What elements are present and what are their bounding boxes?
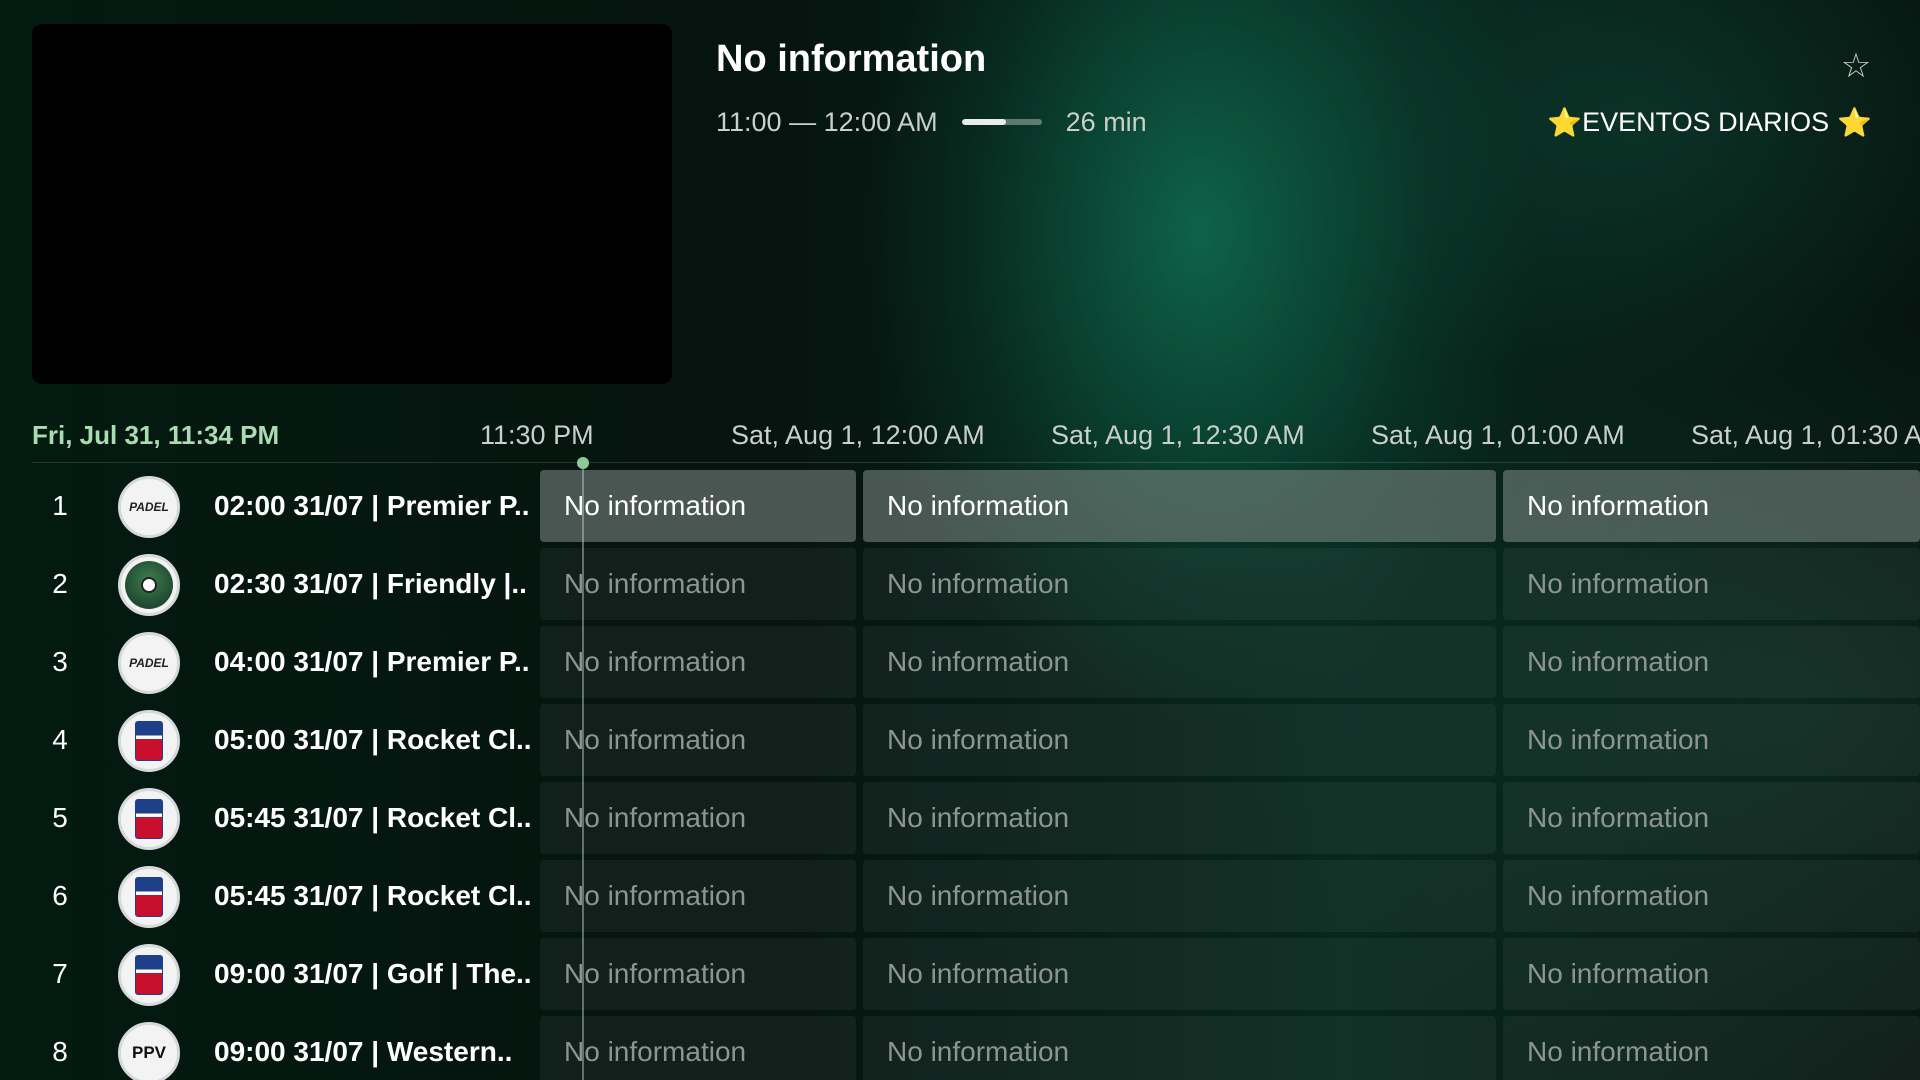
program-cell[interactable]: No information: [1503, 938, 1920, 1010]
program-cell[interactable]: No information: [863, 470, 1496, 542]
channel-number: 1: [52, 490, 68, 521]
pga-tour-logo-icon: [135, 877, 163, 917]
timeline-slot: 11:30 PM: [480, 420, 594, 450]
program-cell[interactable]: No information: [1503, 782, 1920, 854]
star-left-icon: ⭐: [1547, 106, 1583, 138]
program-cell[interactable]: No information: [540, 782, 856, 854]
channel-name[interactable]: 05:45 31/07 | Rocket Cl..: [214, 860, 534, 932]
soccer-ball-icon: [141, 577, 157, 593]
channel-row[interactable]: 4 05:00 31/07 | Rocket Cl.. No information…: [0, 704, 1920, 782]
program-cell[interactable]: No information: [863, 548, 1496, 620]
channel-row[interactable]: 8 PPV 09:00 31/07 | Western.. No informatio…: [0, 1016, 1920, 1080]
channel-name[interactable]: 09:00 31/07 | Golf | The..: [214, 938, 534, 1010]
channel-name[interactable]: 09:00 31/07 | Western..: [214, 1016, 534, 1080]
channel-name[interactable]: 05:00 31/07 | Rocket Cl..: [214, 704, 534, 776]
channel-number: 2: [52, 568, 68, 599]
channel-logo-friendly: [118, 554, 180, 616]
program-cell[interactable]: No information: [540, 548, 856, 620]
program-progress-fill: [961, 119, 1006, 125]
timeline-slot: Sat, Aug 1, 12:00 AM: [731, 420, 985, 450]
program-remaining: 26 min: [1065, 106, 1147, 137]
timeline-slot: Sat, Aug 1, 01:00 AM: [1371, 420, 1625, 450]
padel-logo-text: PADEL: [129, 500, 169, 514]
timeline-slot: Sat, Aug 1, 01:30 AM: [1691, 420, 1920, 450]
program-time-range: 11:00 — 12:00 AM: [716, 106, 938, 137]
video-preview[interactable]: [32, 24, 672, 384]
channel-logo-pga: [118, 788, 180, 850]
program-cell[interactable]: No information: [1503, 626, 1920, 698]
favorite-star-icon[interactable]: ☆: [1836, 46, 1876, 86]
channel-name[interactable]: 02:00 31/07 | Premier P..: [214, 470, 534, 542]
padel-logo-text: PADEL: [129, 656, 169, 670]
now-indicator-dot: [577, 457, 589, 469]
channel-name[interactable]: 05:45 31/07 | Rocket Cl..: [214, 782, 534, 854]
pga-tour-logo-icon: [135, 799, 163, 839]
channel-logo-pga: [118, 866, 180, 928]
program-cell[interactable]: No information: [1503, 704, 1920, 776]
program-progress-bar: [961, 119, 1042, 125]
soccer-ball-logo-icon: [125, 561, 173, 609]
channel-number: 8: [52, 1036, 68, 1067]
program-cell[interactable]: No information: [540, 626, 856, 698]
timeline-slot: Sat, Aug 1, 12:30 AM: [1051, 420, 1305, 450]
program-cell[interactable]: No information: [863, 860, 1496, 932]
program-cell[interactable]: No information: [863, 626, 1496, 698]
channel-logo-ppv: PPV: [118, 1022, 180, 1080]
ppv-logo-text: PPV: [131, 1043, 167, 1062]
program-cell[interactable]: No information: [540, 860, 856, 932]
epg-grid: 1 PADEL 02:00 31/07 | Premier P.. No inform…: [0, 470, 1920, 1080]
now-indicator-line: [582, 462, 584, 1080]
channel-number: 3: [52, 646, 68, 677]
channel-number: 4: [52, 724, 68, 755]
program-cell[interactable]: No information: [863, 938, 1496, 1010]
program-cell[interactable]: No information: [863, 1016, 1496, 1080]
channel-row[interactable]: 7 09:00 31/07 | Golf | The.. No informatio…: [0, 938, 1920, 1016]
channel-logo-pga: [118, 944, 180, 1006]
channel-row[interactable]: 2 02:30 31/07 | Friendly |.. No informatio…: [0, 548, 1920, 626]
channel-number: 7: [52, 958, 68, 989]
channel-name[interactable]: 04:00 31/07 | Premier P..: [214, 626, 534, 698]
timeline-divider: [32, 462, 1920, 463]
program-cell[interactable]: No information: [863, 782, 1496, 854]
channel-group-label[interactable]: ⭐ EVENTOS DIARIOS ⭐: [1547, 104, 1872, 140]
channel-logo-padel: PADEL: [118, 632, 180, 694]
channel-logo-pga: [118, 710, 180, 772]
program-cell[interactable]: No information: [1503, 860, 1920, 932]
program-meta: 11:00 — 12:00 AM 26 min: [716, 104, 1147, 140]
star-right-icon: ⭐: [1837, 106, 1872, 138]
program-cell[interactable]: No information: [540, 704, 856, 776]
channel-number: 6: [52, 880, 68, 911]
program-cell[interactable]: No information: [540, 470, 856, 542]
channel-row[interactable]: 1 PADEL 02:00 31/07 | Premier P.. No inform…: [0, 470, 1920, 548]
channel-row[interactable]: 5 05:45 31/07 | Rocket Cl.. No information…: [0, 782, 1920, 860]
pga-tour-logo-icon: [135, 721, 163, 761]
channel-logo-padel: PADEL: [118, 476, 180, 538]
channel-number: 5: [52, 802, 68, 833]
program-title: No information: [716, 38, 987, 80]
channel-name[interactable]: 02:30 31/07 | Friendly |..: [214, 548, 534, 620]
program-cell[interactable]: No information: [1503, 1016, 1920, 1080]
pga-tour-logo-icon: [135, 955, 163, 995]
program-cell[interactable]: No information: [1503, 470, 1920, 542]
channel-group-name: EVENTOS DIARIOS: [1582, 106, 1830, 137]
channel-row[interactable]: 3 PADEL 04:00 31/07 | Premier P.. No inform…: [0, 626, 1920, 704]
program-cell[interactable]: No information: [863, 704, 1496, 776]
program-cell[interactable]: No information: [540, 1016, 856, 1080]
timeline-header: 11:30 PM Sat, Aug 1, 12:00 AM Sat, Aug 1…: [0, 420, 1920, 456]
channel-row[interactable]: 6 05:45 31/07 | Rocket Cl.. No information…: [0, 860, 1920, 938]
program-cell[interactable]: No information: [1503, 548, 1920, 620]
program-cell[interactable]: No information: [540, 938, 856, 1010]
